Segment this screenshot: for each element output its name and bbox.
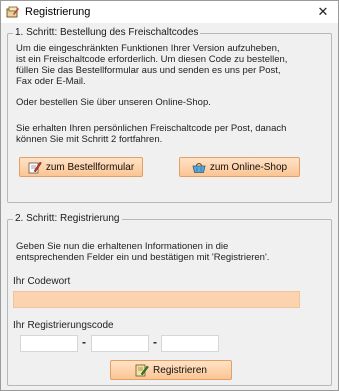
step2-intro-text: Geben Sie nun die erhaltenen Information…	[16, 241, 326, 263]
step1-intro-text: Um die eingeschränkten Funktionen Ihrer …	[16, 43, 326, 87]
step2-intro-line: Geben Sie nun die erhaltenen Information…	[16, 241, 229, 252]
registration-dialog: Registrierung ✕ 1. Schritt: Bestellung d…	[0, 0, 339, 391]
regcode-separator: -	[153, 335, 157, 349]
form-pencil-icon	[28, 160, 42, 174]
step1-legend: 1. Schritt: Bestellung des Freischaltcod…	[13, 27, 201, 38]
online-shop-button[interactable]: zum Online-Shop	[179, 157, 300, 177]
regcode-label: Ihr Registrierungscode	[13, 320, 114, 331]
register-button[interactable]: Registrieren	[110, 360, 232, 380]
order-form-button[interactable]: zum Bestellformular	[19, 157, 143, 177]
step1-intro-line: füllen Sie das Bestellformular aus und s…	[16, 65, 281, 76]
online-shop-button-label: zum Online-Shop	[209, 161, 288, 173]
codeword-label: Ihr Codewort	[13, 276, 71, 287]
register-button-label: Registrieren	[153, 364, 207, 376]
step1-group: 1. Schritt: Bestellung des Freischaltcod…	[7, 27, 332, 203]
step1-shop-text: Oder bestellen Sie über unseren Online-S…	[16, 97, 211, 108]
title-bar: Registrierung ✕	[1, 1, 338, 23]
regcode-input-part2[interactable]	[91, 335, 149, 352]
order-form-button-label: zum Bestellformular	[45, 161, 135, 173]
step1-intro-line: Fax oder E-Mail.	[16, 76, 86, 87]
regcode-input-part3[interactable]	[161, 335, 219, 352]
step2-legend: 2. Schritt: Registrierung	[13, 213, 122, 224]
codeword-input[interactable]	[13, 291, 300, 308]
step1-intro-line: Um die eingeschränkten Funktionen Ihrer …	[16, 43, 280, 54]
step1-intro-line: ist ein Freischaltcode erforderlich. Um …	[16, 54, 288, 65]
shopping-basket-icon	[192, 160, 206, 174]
regcode-input-part1[interactable]	[20, 335, 78, 352]
register-pencil-icon	[135, 363, 149, 377]
close-button[interactable]: ✕	[308, 1, 338, 23]
step1-post-line: Sie erhalten Ihren persönlichen Freischa…	[16, 123, 287, 134]
step1-post-line: können Sie mit Schritt 2 fortfahren.	[16, 134, 163, 145]
registration-app-icon	[6, 5, 20, 19]
step2-intro-line: entsprechenden Felder ein und bestätigen…	[16, 252, 270, 263]
step1-post-text: Sie erhalten Ihren persönlichen Freischa…	[16, 123, 326, 145]
window-title: Registrierung	[25, 6, 91, 18]
regcode-separator: -	[82, 335, 86, 349]
close-icon: ✕	[317, 4, 329, 19]
